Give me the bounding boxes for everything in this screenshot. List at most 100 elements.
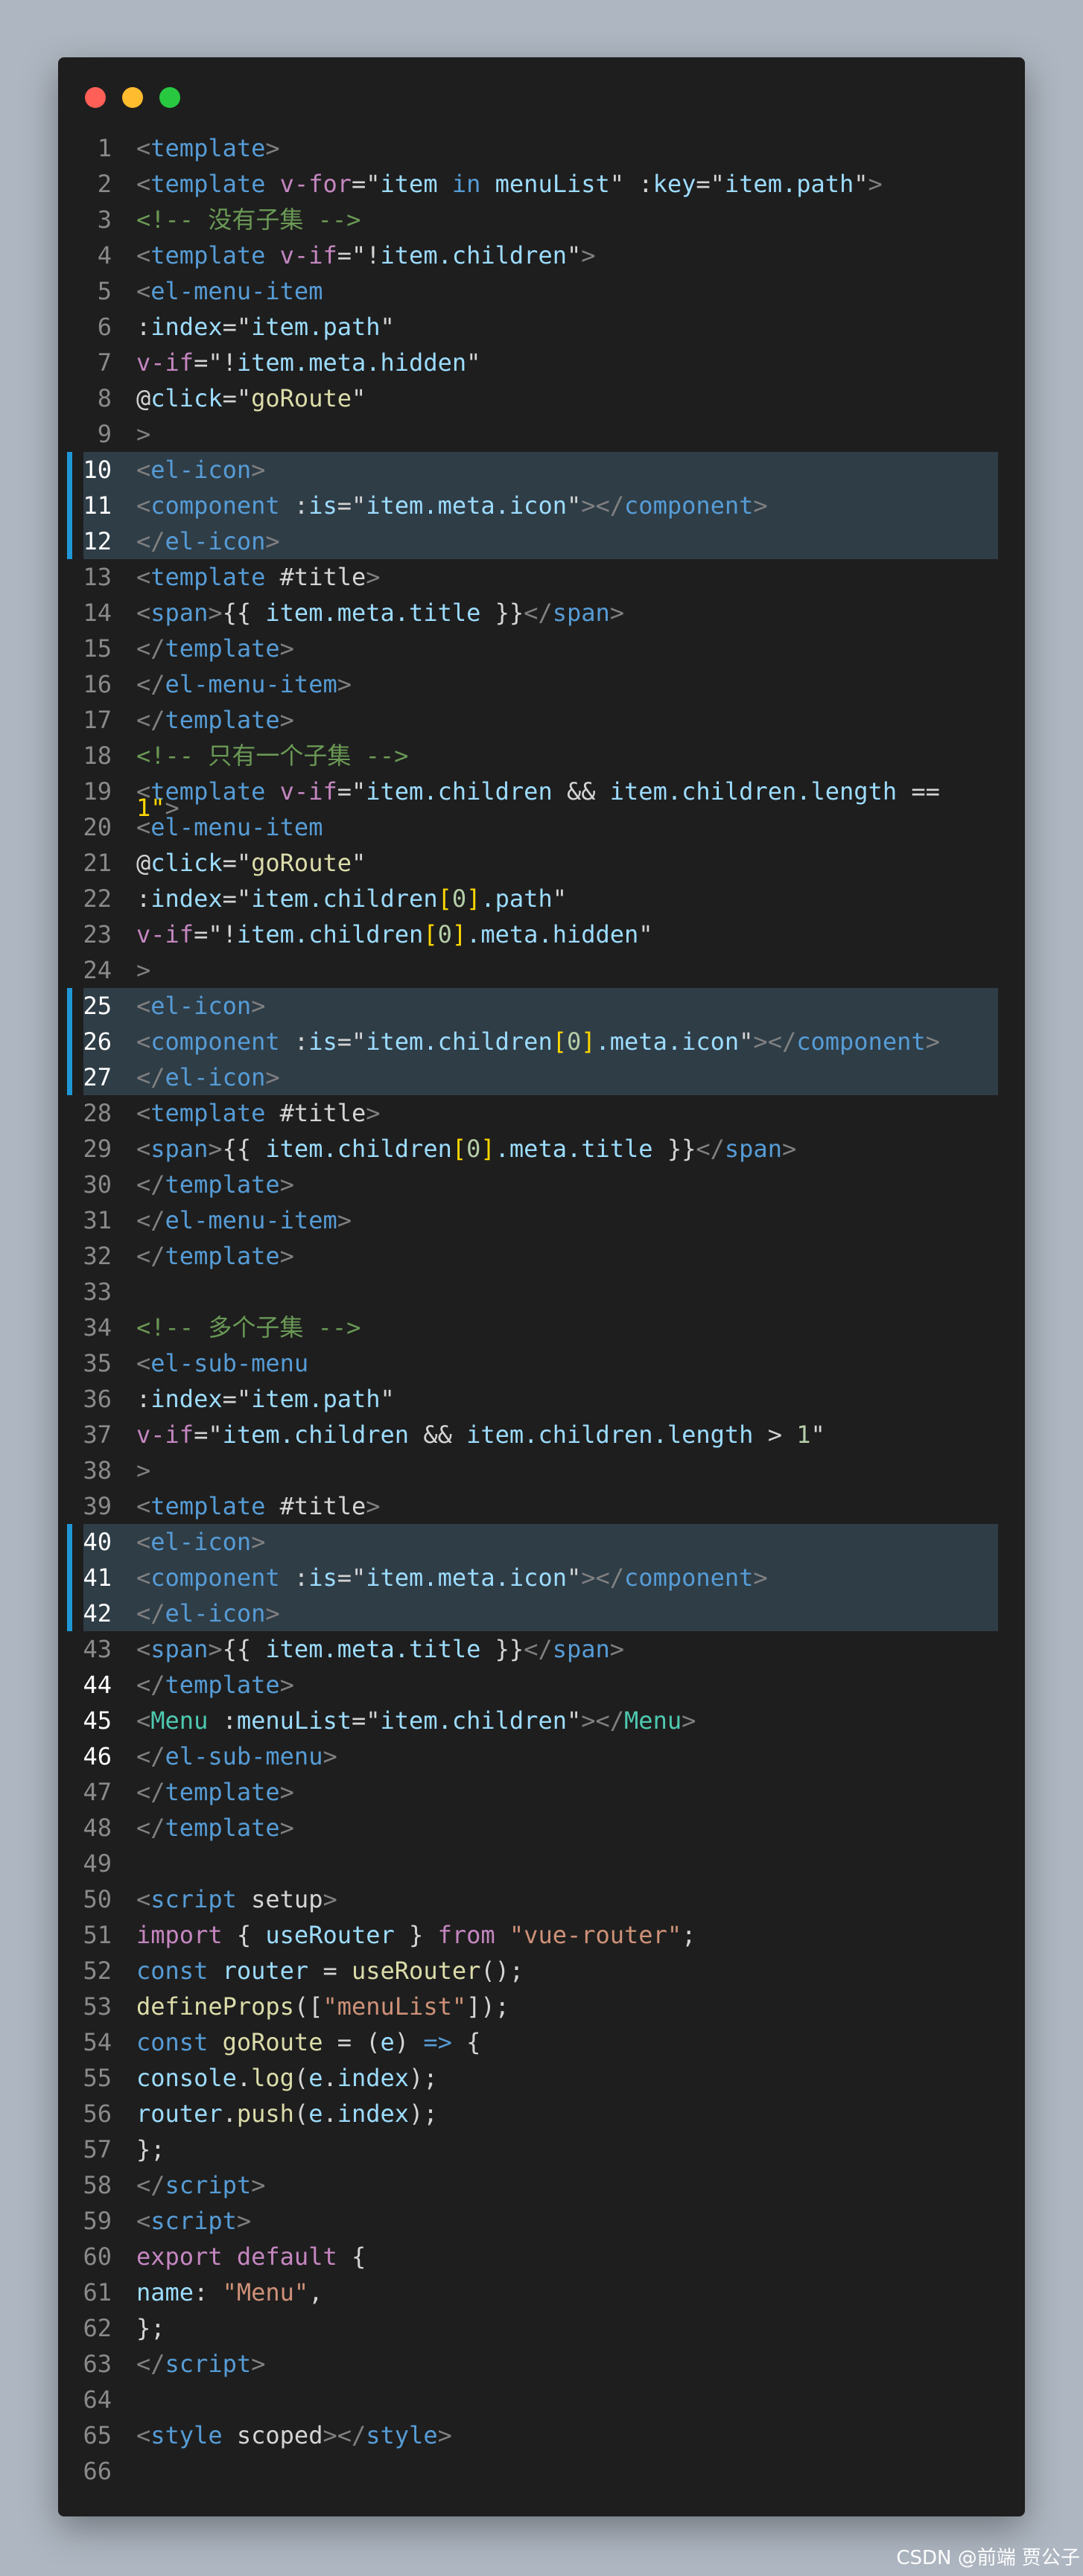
- code-line[interactable]: 8 @click="goRoute": [58, 380, 1025, 416]
- code-line[interactable]: 47 </template>: [58, 1774, 1025, 1810]
- code-token: index: [150, 1385, 223, 1413]
- code-token: script: [165, 2171, 252, 2199]
- code-line[interactable]: 21 @click="goRoute": [58, 845, 1025, 881]
- code-token: click: [150, 384, 223, 412]
- code-token: goRoute: [222, 2028, 323, 2056]
- code-line[interactable]: 58 </script>: [58, 2167, 1025, 2203]
- code-line[interactable]: 13 <template #title>: [58, 559, 1025, 595]
- code-line[interactable]: 46 </el-sub-menu>: [58, 1738, 1025, 1774]
- code-line[interactable]: 65 <style scoped></style>: [58, 2417, 1025, 2453]
- code-line[interactable]: 54 const goRoute = (e) => {: [58, 2024, 1025, 2060]
- code-token: const: [136, 2028, 209, 2056]
- code-line[interactable]: 36:index="item.path": [58, 1381, 1025, 1417]
- code-line[interactable]: 6:index="item.path": [58, 309, 1025, 345]
- code-line[interactable]: 64: [58, 2382, 1025, 2417]
- code-line[interactable]: 60 export default {: [58, 2239, 1025, 2274]
- code-line[interactable]: 43 <span>{{ item.meta.title }}</span>: [58, 1631, 1025, 1667]
- code-line[interactable]: 48 </template>: [58, 1810, 1025, 1846]
- line-number: 36: [83, 1385, 112, 1413]
- code-line[interactable]: 15 </template>: [58, 631, 1025, 666]
- code-line[interactable]: 19 <template v-if="item.children && item.…: [58, 774, 1025, 822]
- code-line[interactable]: 29 <span>{{ item.children[0].meta.title }…: [58, 1131, 1025, 1167]
- code-token: template: [150, 170, 266, 198]
- code-token: component: [624, 1563, 754, 1592]
- code-line[interactable]: 40 <el-icon>: [58, 1524, 1025, 1560]
- code-line[interactable]: 32 </template>: [58, 1238, 1025, 1274]
- code-line[interactable]: 33: [58, 1274, 1025, 1310]
- code-token: <: [136, 456, 151, 484]
- code-line[interactable]: 5 <el-menu-item: [58, 273, 1025, 309]
- code-line[interactable]: 17 </template>: [58, 702, 1025, 738]
- code-line[interactable]: 39 <template #title>: [58, 1488, 1025, 1524]
- code-line[interactable]: 1 <template>: [58, 130, 1025, 166]
- code-line[interactable]: 34 <!-- 多个子集 -->: [58, 1310, 1025, 1345]
- code-line[interactable]: 11 <component :is="item.meta.icon"></comp…: [58, 488, 1025, 523]
- code-token: template: [150, 1492, 266, 1520]
- code-token: item.path: [251, 1385, 381, 1413]
- code-line[interactable]: 4 <template v-if="!item.children">: [58, 237, 1025, 273]
- code-line[interactable]: 49: [58, 1846, 1025, 1881]
- code-line[interactable]: 42 </el-icon>: [58, 1595, 1025, 1631]
- code-line[interactable]: 66: [58, 2453, 1025, 2489]
- code-line[interactable]: 53 defineProps(["menuList"]);: [58, 1989, 1025, 2024]
- code-line[interactable]: 56 router.push(e.index);: [58, 2096, 1025, 2132]
- code-line[interactable]: 31 </el-menu-item>: [58, 1202, 1025, 1238]
- code-line[interactable]: 18 <!-- 只有一个子集 -->: [58, 738, 1025, 774]
- code-token: span: [150, 1635, 209, 1663]
- code-line[interactable]: 7 v-if="!item.meta.hidden": [58, 345, 1025, 380]
- code-line[interactable]: 9 >: [58, 416, 1025, 452]
- code-line[interactable]: 12 </el-icon>: [58, 523, 1025, 559]
- code-line[interactable]: 52 const router = useRouter();: [58, 1953, 1025, 1989]
- code-line[interactable]: 30 </template>: [58, 1167, 1025, 1202]
- maximize-dot-icon[interactable]: [159, 87, 180, 108]
- close-dot-icon[interactable]: [85, 87, 106, 108]
- code-token: useRouter: [265, 1921, 395, 1949]
- code-token: <: [136, 813, 151, 841]
- code-line[interactable]: 25 <el-icon>: [58, 988, 1025, 1024]
- code-token: >: [279, 1242, 294, 1270]
- code-line[interactable]: 45 <Menu :menuList="item.children"></Menu…: [58, 1703, 1025, 1738]
- code-token: item.children: [236, 920, 424, 949]
- code-token: >: [279, 706, 294, 734]
- code-token: "!: [351, 241, 381, 270]
- code-line[interactable]: 10 <el-icon>: [58, 452, 1025, 488]
- code-token: v-if: [136, 920, 194, 949]
- code-line[interactable]: 38 >: [58, 1453, 1025, 1488]
- code-line[interactable]: 28 <template #title>: [58, 1095, 1025, 1131]
- code-token: <: [136, 1528, 151, 1556]
- code-line[interactable]: 24 >: [58, 952, 1025, 988]
- code-line[interactable]: 41 <component :is="item.meta.icon"></comp…: [58, 1560, 1025, 1595]
- code-line[interactable]: 50 <script setup>: [58, 1881, 1025, 1917]
- code-line[interactable]: 27 </el-icon>: [58, 1059, 1025, 1095]
- minimize-dot-icon[interactable]: [122, 87, 143, 108]
- code-line[interactable]: 35 <el-sub-menu: [58, 1345, 1025, 1381]
- code-line[interactable]: 59 <script>: [58, 2203, 1025, 2239]
- code-line[interactable]: 26 <component :is="item.children[0].meta.…: [58, 1024, 1025, 1059]
- code-token: ": [351, 1027, 366, 1056]
- code-token: ": [351, 777, 366, 806]
- code-line[interactable]: 55 console.log(e.index);: [58, 2060, 1025, 2096]
- code-token: (: [293, 2064, 309, 2092]
- code-line[interactable]: 3 <!-- 没有子集 -->: [58, 202, 1025, 237]
- code-line[interactable]: 16 </el-menu-item>: [58, 666, 1025, 702]
- code-line[interactable]: 14 <span>{{ item.meta.title }}</span>: [58, 595, 1025, 631]
- code-line[interactable]: 23 v-if="!item.children[0].meta.hidden": [58, 916, 1025, 952]
- code-token: (: [293, 2100, 309, 2128]
- line-number: 38: [83, 1456, 112, 1485]
- code-token: <: [136, 599, 151, 627]
- code-line[interactable]: 44 </template>: [58, 1667, 1025, 1703]
- code-token: >: [682, 1706, 696, 1735]
- code-line[interactable]: 37 v-if="item.children && item.children.l…: [58, 1417, 1025, 1453]
- line-number: 2: [97, 170, 112, 198]
- code-token: );: [409, 2100, 438, 2128]
- code-line[interactable]: 62};: [58, 2310, 1025, 2346]
- code-line[interactable]: 61 name: "Menu",: [58, 2274, 1025, 2310]
- code-line[interactable]: 22:index="item.children[0].path": [58, 881, 1025, 916]
- code-line-text: @click="goRoute": [136, 380, 366, 416]
- code-line[interactable]: 63 </script>: [58, 2346, 1025, 2382]
- code-line[interactable]: 2 <template v-for="item in menuList" :key…: [58, 166, 1025, 202]
- code-line[interactable]: 20 <el-menu-item: [58, 809, 1025, 845]
- code-line[interactable]: 51 import { useRouter } from "vue-router"…: [58, 1917, 1025, 1953]
- code-token: span: [552, 1635, 610, 1663]
- code-line[interactable]: 57};: [58, 2132, 1025, 2167]
